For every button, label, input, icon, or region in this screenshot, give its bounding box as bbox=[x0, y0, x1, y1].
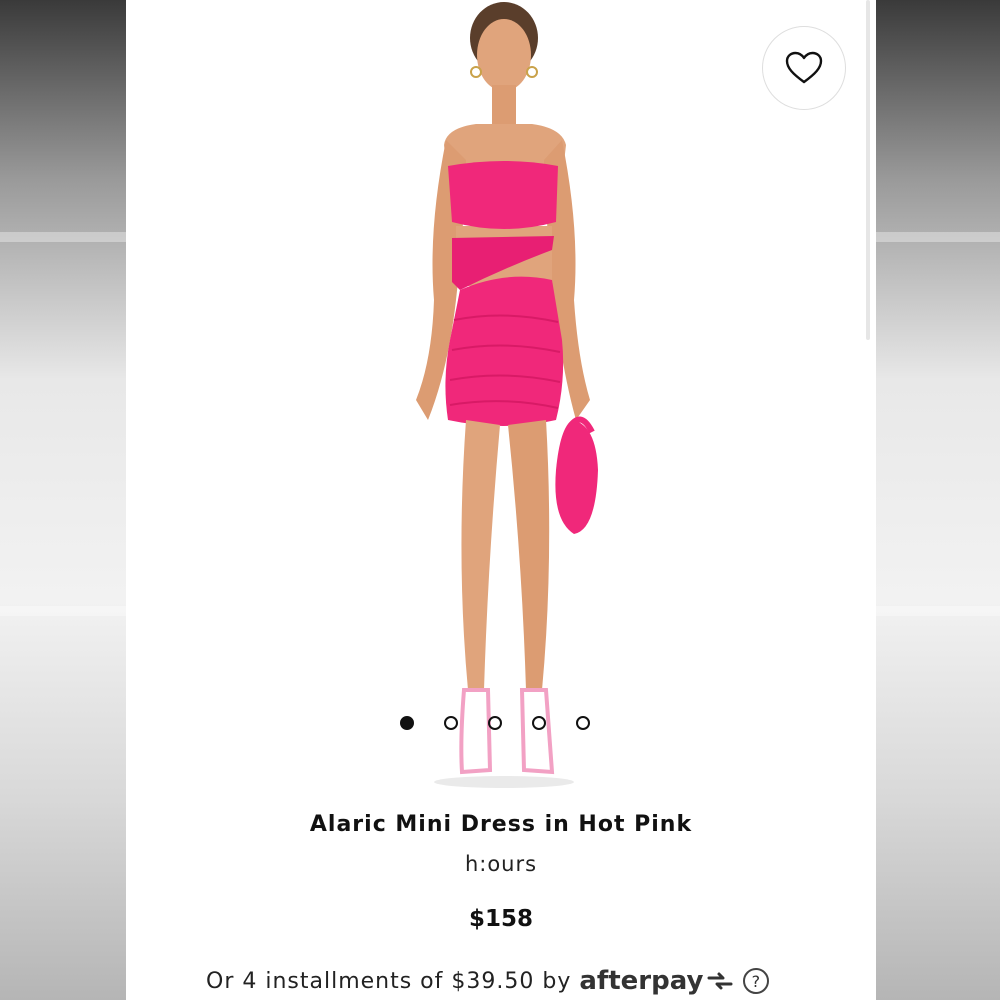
product-image[interactable] bbox=[376, 0, 636, 800]
carousel-dot[interactable] bbox=[444, 716, 458, 730]
help-icon[interactable]: ? bbox=[743, 968, 770, 994]
heart-icon bbox=[785, 51, 823, 84]
installments-info: Or 4 installments of $39.50 by afterpay … bbox=[206, 966, 770, 996]
favorite-button[interactable] bbox=[762, 26, 846, 110]
carousel-dot[interactable] bbox=[576, 716, 590, 730]
afterpay-arrows-icon bbox=[707, 972, 733, 990]
carousel-dot[interactable] bbox=[488, 716, 502, 730]
blurred-left-backdrop bbox=[0, 0, 126, 1000]
product-title: Alaric Mini Dress in Hot Pink bbox=[309, 812, 693, 837]
carousel-dot[interactable] bbox=[532, 716, 546, 730]
blurred-right-backdrop bbox=[876, 0, 1000, 1000]
afterpay-logo: afterpay bbox=[579, 966, 704, 996]
installments-text: Or 4 installments of $39.50 by bbox=[206, 968, 572, 994]
brand-link[interactable]: h:ours bbox=[126, 852, 876, 876]
product-page: Alaric Mini Dress in Hot Pink h:ours $15… bbox=[126, 0, 876, 1000]
carousel-pagination bbox=[400, 716, 590, 730]
product-price: $158 bbox=[468, 906, 533, 932]
screenshot-frame: Alaric Mini Dress in Hot Pink h:ours $15… bbox=[0, 0, 1000, 1000]
scrollbar[interactable] bbox=[866, 0, 870, 340]
carousel-dot[interactable] bbox=[400, 716, 414, 730]
